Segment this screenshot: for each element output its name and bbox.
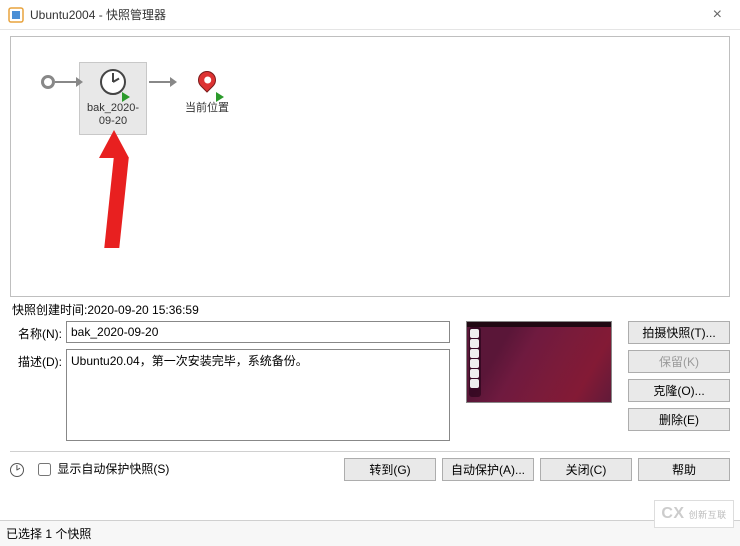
window-title: Ubuntu2004 - 快照管理器 bbox=[24, 6, 703, 23]
snapshot-clock-icon bbox=[100, 69, 126, 98]
start-node-icon bbox=[41, 75, 55, 89]
show-auto-protect-checkbox[interactable] bbox=[38, 463, 51, 476]
annotation-red-arrow bbox=[89, 130, 129, 248]
current-position-pin-icon bbox=[194, 69, 220, 98]
auto-protect-button[interactable]: 自动保护(A)... bbox=[442, 458, 534, 481]
watermark: CX创新互联 bbox=[654, 500, 734, 528]
auto-protect-icon bbox=[10, 463, 24, 477]
flow-arrow bbox=[55, 81, 77, 83]
show-auto-protect-text: 显示自动保护快照(S) bbox=[57, 462, 169, 476]
flow-arrow bbox=[149, 81, 171, 83]
current-position-node[interactable]: 当前位置 bbox=[173, 62, 241, 122]
snapshot-description-textarea[interactable]: Ubuntu20.04，第一次安装完毕，系统备份。 bbox=[66, 349, 450, 441]
help-button[interactable]: 帮助 bbox=[638, 458, 730, 481]
clone-button[interactable]: 克隆(O)... bbox=[628, 379, 730, 402]
snapshot-tree-canvas[interactable]: bak_2020-09-20 当前位置 bbox=[10, 36, 730, 297]
delete-button[interactable]: 删除(E) bbox=[628, 408, 730, 431]
snapshot-thumbnail[interactable] bbox=[466, 321, 612, 403]
snapshot-node-label: bak_2020-09-20 bbox=[82, 102, 144, 128]
description-label: 描述(D): bbox=[10, 349, 66, 370]
snapshot-creation-time: 快照创建时间:2020-09-20 15:36:59 bbox=[10, 297, 730, 321]
take-snapshot-button[interactable]: 拍摄快照(T)... bbox=[628, 321, 730, 344]
snapshot-node-selected[interactable]: bak_2020-09-20 bbox=[79, 62, 147, 135]
current-position-label: 当前位置 bbox=[176, 102, 238, 115]
vmware-icon bbox=[8, 7, 24, 23]
window-close-button[interactable]: × bbox=[703, 2, 732, 28]
show-auto-protect-label[interactable]: 显示自动保护快照(S) bbox=[34, 460, 169, 479]
status-bar: 已选择 1 个快照 bbox=[0, 520, 740, 546]
close-button[interactable]: 关闭(C) bbox=[540, 458, 632, 481]
name-label: 名称(N): bbox=[10, 321, 66, 342]
footer-bar: 显示自动保护快照(S) 转到(G) 自动保护(A)... 关闭(C) 帮助 bbox=[0, 452, 740, 481]
title-bar: Ubuntu2004 - 快照管理器 × bbox=[0, 0, 740, 30]
snapshot-name-input[interactable] bbox=[66, 321, 450, 343]
goto-button[interactable]: 转到(G) bbox=[344, 458, 436, 481]
keep-button[interactable]: 保留(K) bbox=[628, 350, 730, 373]
